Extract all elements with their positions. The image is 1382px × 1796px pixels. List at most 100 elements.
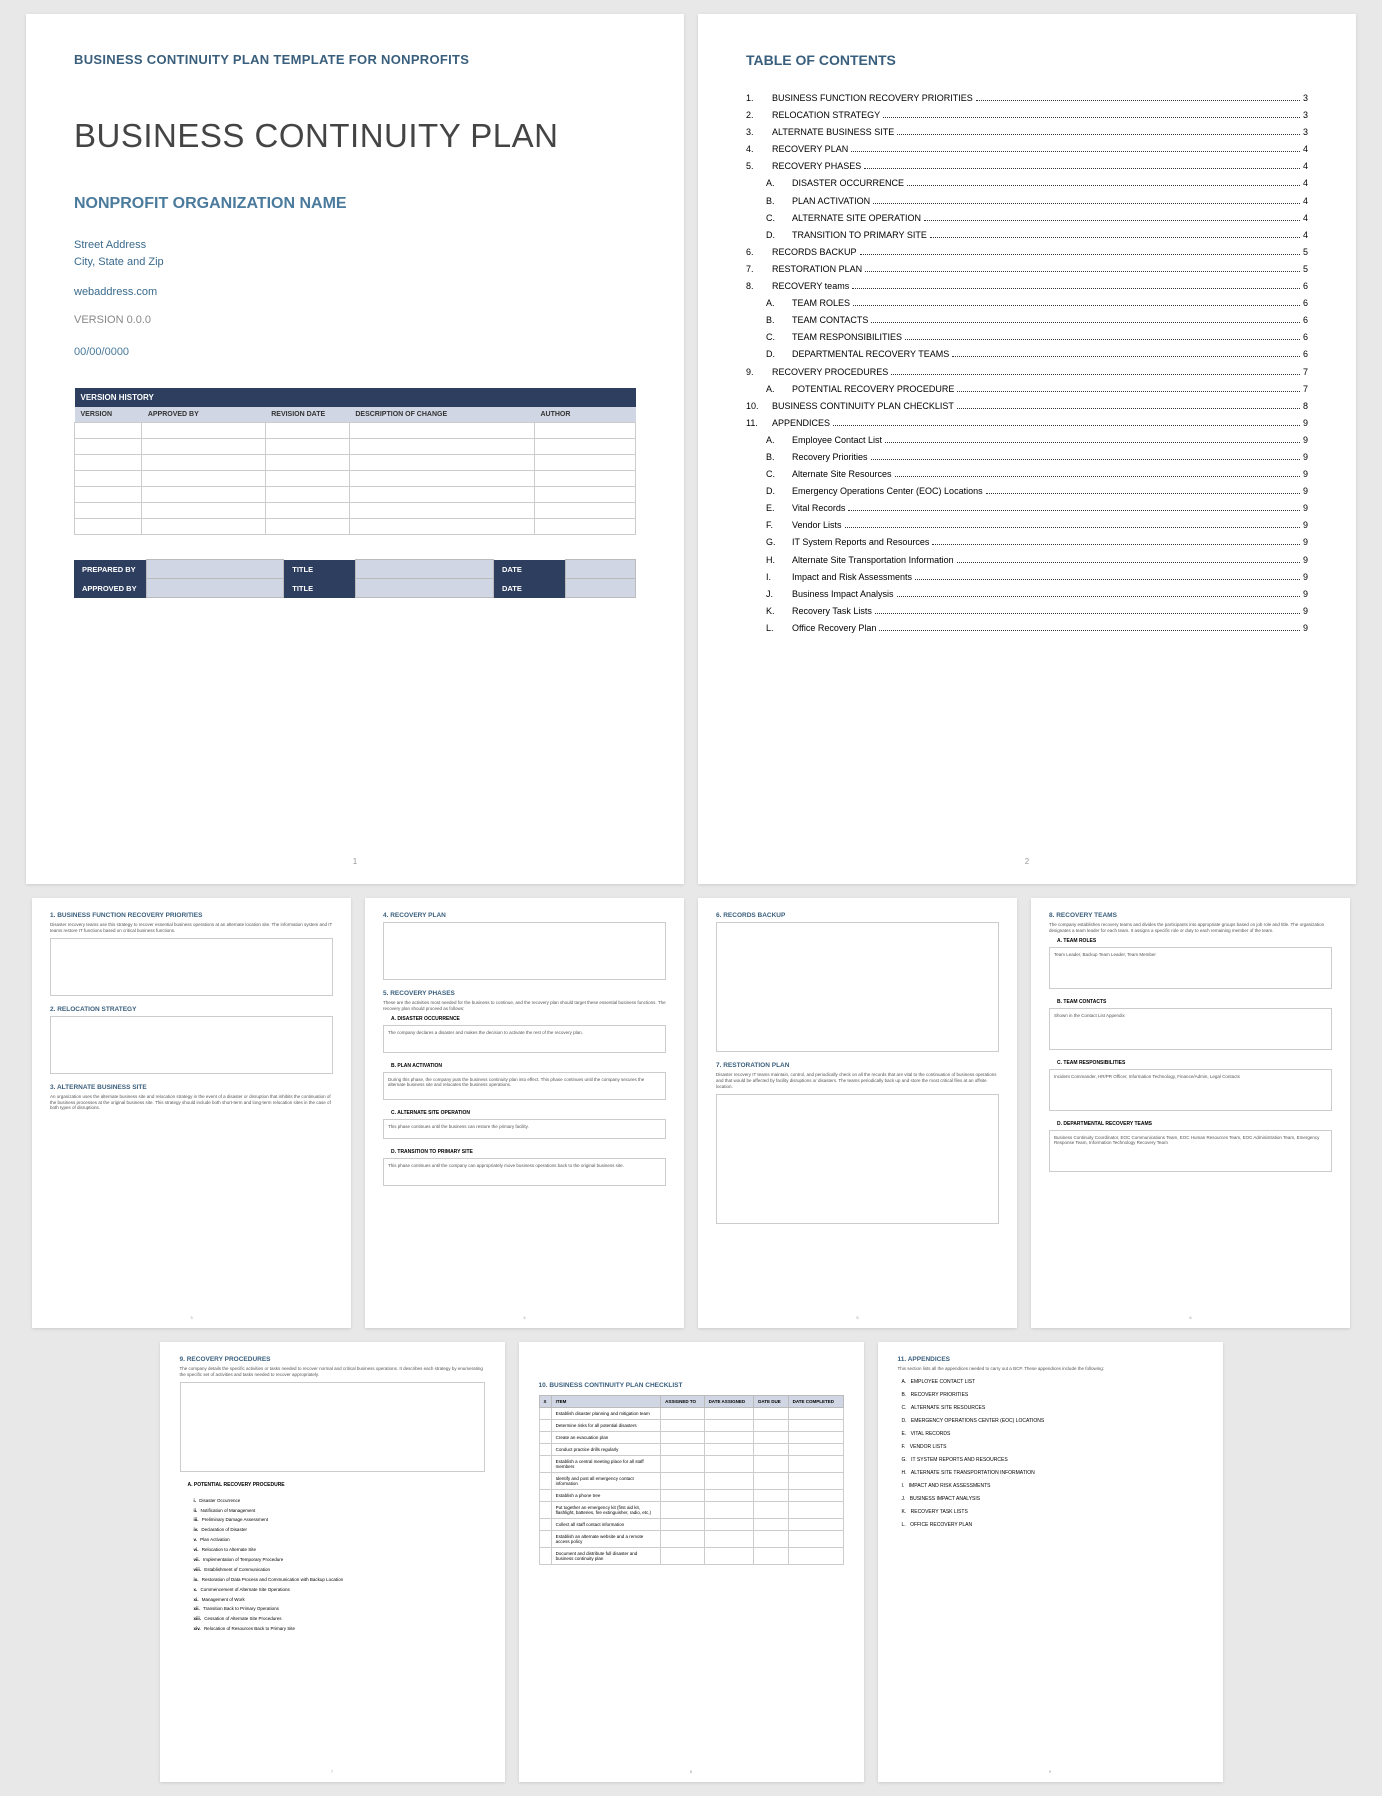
chk-row[interactable]: Establish disaster planning and mitigati…: [539, 1408, 843, 1420]
chk-row[interactable]: Create an evacuation plan: [539, 1432, 843, 1444]
toc-page: 4: [1303, 158, 1308, 175]
toc-page: 9: [1303, 449, 1308, 466]
sec-7-box[interactable]: [716, 1094, 999, 1224]
toc-item[interactable]: 2.RELOCATION STRATEGY3: [746, 107, 1308, 124]
sec-4-box[interactable]: [383, 922, 666, 980]
toc-item[interactable]: 11.APPENDICES9: [746, 415, 1308, 432]
toc-page: 6: [1303, 329, 1308, 346]
toc-text: TEAM ROLES: [792, 295, 850, 312]
sec-5d-text: This phase continues until the company c…: [388, 1163, 624, 1168]
title-field[interactable]: [356, 560, 494, 579]
sec-8d-text: Business Continuity Coordinator, EOC Com…: [1054, 1135, 1319, 1145]
toc-item[interactable]: B.TEAM CONTACTS6: [746, 312, 1308, 329]
date-field[interactable]: [566, 560, 636, 579]
toc-item[interactable]: 10.BUSINESS CONTINUITY PLAN CHECKLIST8: [746, 398, 1308, 415]
chk-row[interactable]: Collect all staff contact information: [539, 1519, 843, 1531]
chk-row[interactable]: Conduct practice drills regularly: [539, 1444, 843, 1456]
toc-item[interactable]: L.Office Recovery Plan9: [746, 620, 1308, 637]
toc-item[interactable]: G.IT System Reports and Resources9: [746, 534, 1308, 551]
chk-col: DATE COMPLETED: [788, 1396, 843, 1408]
toc-item[interactable]: 6.RECORDS BACKUP5: [746, 244, 1308, 261]
vh-row[interactable]: [75, 503, 636, 519]
toc-item[interactable]: D.DEPARTMENTAL RECOVERY TEAMS6: [746, 346, 1308, 363]
toc-item[interactable]: J.Business Impact Analysis9: [746, 586, 1308, 603]
toc-item[interactable]: 8.RECOVERY teams6: [746, 278, 1308, 295]
toc-item[interactable]: C.Alternate Site Resources9: [746, 466, 1308, 483]
sec-5d-heading: D. TRANSITION TO PRIMARY SITE: [391, 1149, 666, 1155]
toc-item[interactable]: 3.ALTERNATE BUSINESS SITE3: [746, 124, 1308, 141]
toc-item[interactable]: H.Alternate Site Transportation Informat…: [746, 552, 1308, 569]
chk-row[interactable]: Establish an alternate website and a rem…: [539, 1531, 843, 1548]
toc-item[interactable]: 1.BUSINESS FUNCTION RECOVERY PRIORITIES3: [746, 90, 1308, 107]
sec-5c-box[interactable]: This phase continues until the business …: [383, 1119, 666, 1139]
toc-item[interactable]: B.PLAN ACTIVATION4: [746, 193, 1308, 210]
sec-5a-heading: A. DISASTER OCCURRENCE: [391, 1016, 666, 1022]
sec-2-box[interactable]: [50, 1016, 333, 1074]
procedure-list: Disaster OccurrenceNotification of Manag…: [194, 1496, 485, 1634]
vh-row[interactable]: [75, 423, 636, 439]
date-field-2[interactable]: [566, 579, 636, 598]
toc-item[interactable]: I.Impact and Risk Assessments9: [746, 569, 1308, 586]
sec-8d-box[interactable]: Business Continuity Coordinator, EOC Com…: [1049, 1130, 1332, 1172]
title-field-2[interactable]: [356, 579, 494, 598]
sec-6-box[interactable]: [716, 922, 999, 1052]
toc-item[interactable]: 9.RECOVERY PROCEDURES7: [746, 364, 1308, 381]
signature-table: PREPARED BY TITLE DATE APPROVED BY TITLE…: [74, 559, 636, 598]
sec-11-desc: This section lists all the appendices ne…: [898, 1366, 1203, 1372]
chk-row[interactable]: Establish a phone tree: [539, 1490, 843, 1502]
prepared-by-field[interactable]: [146, 560, 284, 579]
sec-11-heading: 11. APPENDICES: [898, 1356, 1203, 1363]
sec-9-box[interactable]: [180, 1382, 485, 1472]
sec-5b-box[interactable]: During this phase, the company puts the …: [383, 1072, 666, 1100]
sec-8b-box[interactable]: Shown in the Contact List Appendix: [1049, 1008, 1332, 1050]
toc-page: 7: [1303, 381, 1308, 398]
sec-8c-heading: C. TEAM RESPONSIBILITIES: [1057, 1060, 1332, 1066]
toc-item[interactable]: A.TEAM ROLES6: [746, 295, 1308, 312]
vh-row[interactable]: [75, 487, 636, 503]
toc-page: 3: [1303, 90, 1308, 107]
toc-text: RECORDS BACKUP: [772, 244, 857, 261]
chk-row[interactable]: Identify and post all emergency contact …: [539, 1473, 843, 1490]
appendix-item: EMPLOYEE CONTACT LIST: [902, 1376, 1203, 1389]
chk-row[interactable]: Put together an emergency kit (first aid…: [539, 1502, 843, 1519]
sec-1-desc: Disaster recovery teams use this strateg…: [50, 922, 333, 934]
approved-by-field[interactable]: [146, 579, 284, 598]
toc-item[interactable]: D.TRANSITION TO PRIMARY SITE4: [746, 227, 1308, 244]
toc-item[interactable]: 4.RECOVERY PLAN4: [746, 141, 1308, 158]
toc-item[interactable]: A.POTENTIAL RECOVERY PROCEDURE7: [746, 381, 1308, 398]
city-state-zip: City, State and Zip: [74, 254, 636, 271]
sec-5d-box[interactable]: This phase continues until the company c…: [383, 1158, 666, 1186]
toc-num: A.: [766, 175, 792, 192]
toc-item[interactable]: C.TEAM RESPONSIBILITIES6: [746, 329, 1308, 346]
sec-5-desc: These are the activities most needed for…: [383, 1000, 666, 1012]
chk-row[interactable]: Establish a central meeting place for al…: [539, 1456, 843, 1473]
toc-item[interactable]: D.Emergency Operations Center (EOC) Loca…: [746, 483, 1308, 500]
chk-item: Establish a phone tree: [551, 1490, 660, 1502]
vh-row[interactable]: [75, 439, 636, 455]
sec-2-heading: 2. RELOCATION STRATEGY: [50, 1006, 333, 1013]
toc-item[interactable]: F.Vendor Lists9: [746, 517, 1308, 534]
sec-8a-box[interactable]: Team Leader, Backup Team Leader, Team Me…: [1049, 947, 1332, 989]
chk-row[interactable]: Document and distribute full disaster an…: [539, 1548, 843, 1565]
toc-dots: [879, 630, 1300, 631]
vh-row[interactable]: [75, 455, 636, 471]
date-label-2: DATE: [494, 579, 566, 598]
vh-row[interactable]: [75, 471, 636, 487]
toc-item[interactable]: A.Employee Contact List9: [746, 432, 1308, 449]
toc-item[interactable]: B.Recovery Priorities9: [746, 449, 1308, 466]
sec-5a-box[interactable]: The company declares a disaster and make…: [383, 1025, 666, 1053]
vh-row[interactable]: [75, 519, 636, 535]
toc-item[interactable]: 5.RECOVERY PHASES4: [746, 158, 1308, 175]
sec-1-box[interactable]: [50, 938, 333, 996]
toc-dots: [891, 374, 1300, 375]
version-history-table: VERSION HISTORY VERSION APPROVED BY REVI…: [74, 388, 636, 535]
page-number: 3: [190, 1315, 192, 1320]
sec-8c-box[interactable]: Incident Commander, HR/PR Officer, Infor…: [1049, 1069, 1332, 1111]
toc-item[interactable]: K.Recovery Task Lists9: [746, 603, 1308, 620]
toc-item[interactable]: C.ALTERNATE SITE OPERATION4: [746, 210, 1308, 227]
toc-item[interactable]: A.DISASTER OCCURRENCE4: [746, 175, 1308, 192]
toc-item[interactable]: E.Vital Records9: [746, 500, 1308, 517]
chk-row[interactable]: Determine risks for all potential disast…: [539, 1420, 843, 1432]
chk-item: Put together an emergency kit (first aid…: [551, 1502, 660, 1519]
toc-item[interactable]: 7.RESTORATION PLAN5: [746, 261, 1308, 278]
